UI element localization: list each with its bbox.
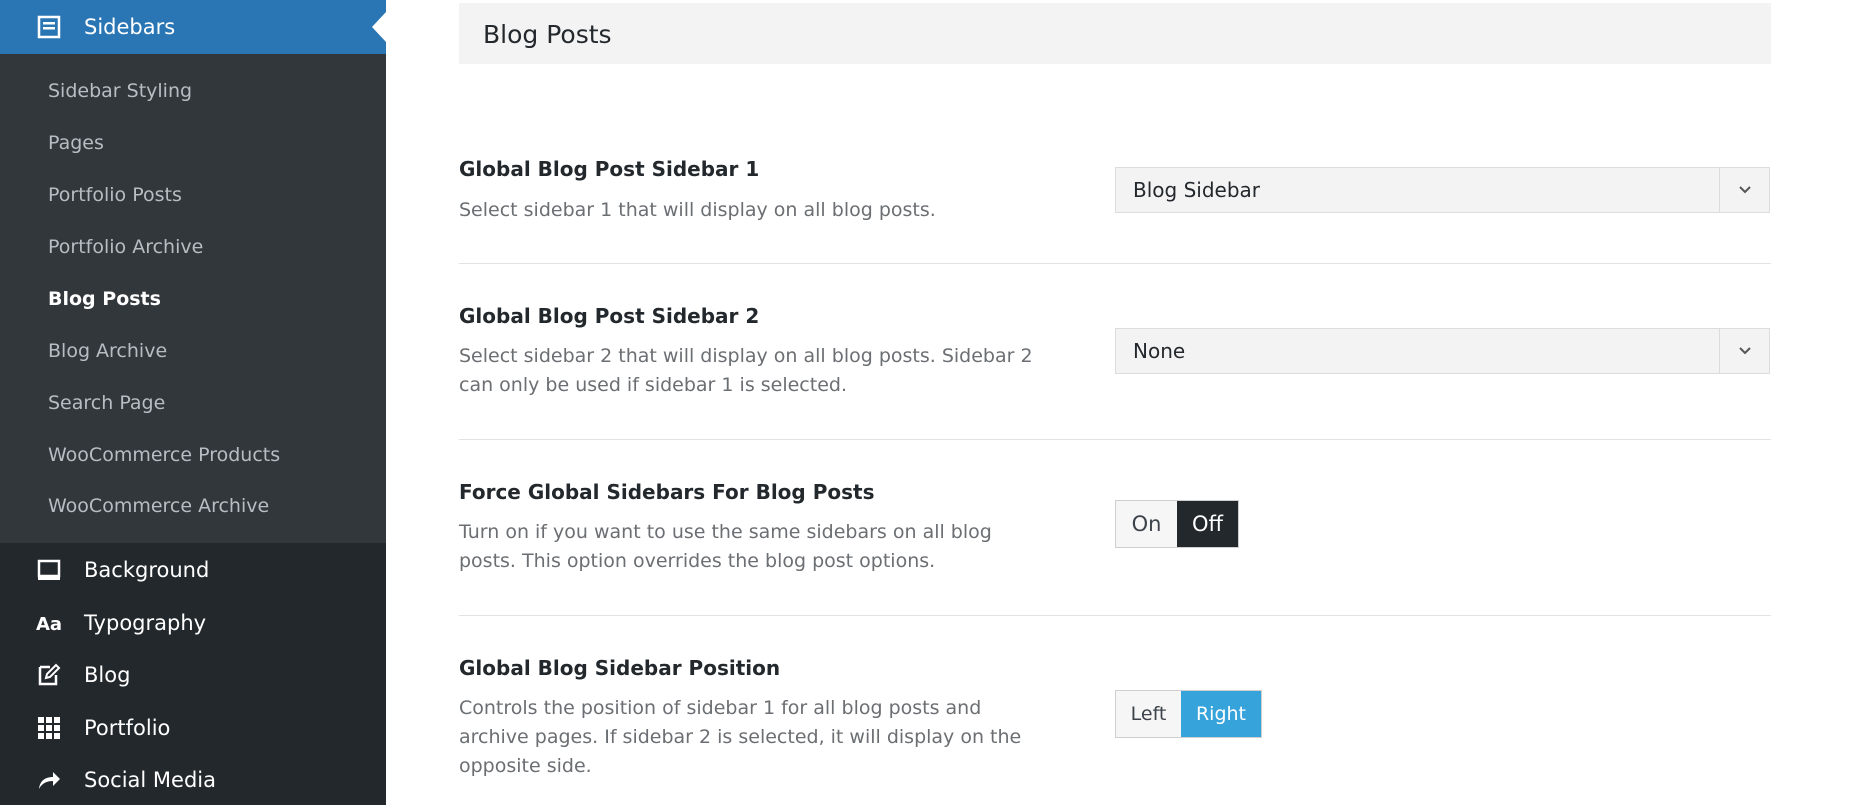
section-header: Blog Posts xyxy=(459,3,1771,64)
position-left-button[interactable]: Left xyxy=(1116,691,1181,737)
submenu-item-woocommerce-archive[interactable]: WooCommerce Archive xyxy=(48,494,269,518)
chevron-down-icon xyxy=(1739,186,1751,194)
admin-sidebar: Sidebars Sidebar Styling Pages Portfolio… xyxy=(0,0,386,805)
option-desc-sidebar-position: Controls the position of sidebar 1 for a… xyxy=(459,697,1022,777)
sidebar-item-label: Blog xyxy=(84,663,131,687)
option-divider xyxy=(459,439,1771,440)
sidebar-item-portfolio[interactable]: Portfolio xyxy=(0,702,386,754)
select-separator xyxy=(1719,168,1720,212)
sidebar-item-label: Typography xyxy=(84,611,207,635)
sidebars-submenu: Sidebar Styling Pages Portfolio Posts Po… xyxy=(0,54,386,543)
sidebars-icon xyxy=(37,15,61,39)
sidebar-item-background[interactable]: Background xyxy=(0,544,386,596)
toggle-off-button[interactable]: Off xyxy=(1177,501,1238,547)
option-desc-force-global: Turn on if you want to use the same side… xyxy=(459,521,992,572)
option-title-sidebar-1: Global Blog Post Sidebar 1 xyxy=(459,157,760,181)
sidebar-item-blog[interactable]: Blog xyxy=(0,649,386,701)
option-divider xyxy=(459,263,1771,264)
submenu-item-blog-archive[interactable]: Blog Archive xyxy=(48,339,167,363)
grid-icon xyxy=(38,717,60,739)
submenu-item-portfolio-posts[interactable]: Portfolio Posts xyxy=(48,183,182,207)
sidebar-item-social-media[interactable]: Social Media xyxy=(0,754,386,806)
select-separator xyxy=(1719,329,1720,373)
option-desc-sidebar-2: Select sidebar 2 that will display on al… xyxy=(459,345,1033,396)
option-title-sidebar-position: Global Blog Sidebar Position xyxy=(459,656,781,680)
position-right-button[interactable]: Right xyxy=(1181,691,1261,737)
sidebar-item-label: Background xyxy=(84,558,210,582)
chevron-down-icon xyxy=(1739,347,1751,355)
sidebar-1-select[interactable]: Blog Sidebar xyxy=(1115,167,1770,213)
option-title-sidebar-2: Global Blog Post Sidebar 2 xyxy=(459,304,760,328)
sidebar-item-typography[interactable]: Aa Typography xyxy=(0,597,386,649)
edit-icon xyxy=(38,663,61,686)
active-pointer xyxy=(372,12,386,42)
sidebar-2-select[interactable]: None xyxy=(1115,328,1770,374)
select-value: Blog Sidebar xyxy=(1133,178,1260,202)
sidebar-position-toggle: Left Right xyxy=(1115,690,1262,738)
option-divider xyxy=(459,615,1771,616)
svg-text:Aa: Aa xyxy=(36,614,62,635)
section-title: Blog Posts xyxy=(483,20,612,49)
submenu-item-woocommerce-products[interactable]: WooCommerce Products xyxy=(48,443,280,467)
share-arrow-icon xyxy=(39,772,60,789)
submenu-item-search-page[interactable]: Search Page xyxy=(48,391,165,415)
sidebar-item-label: Portfolio xyxy=(84,716,171,740)
submenu-item-pages[interactable]: Pages xyxy=(48,131,104,155)
monitor-icon xyxy=(37,559,61,580)
typography-icon: Aa xyxy=(36,614,62,635)
submenu-item-portfolio-archive[interactable]: Portfolio Archive xyxy=(48,235,203,259)
option-title-force-global: Force Global Sidebars For Blog Posts xyxy=(459,480,875,504)
option-desc-sidebar-1: Select sidebar 1 that will display on al… xyxy=(459,199,936,221)
sidebar-item-label: Sidebars xyxy=(84,15,176,39)
sidebar-item-label: Social Media xyxy=(84,768,217,792)
toggle-on-button[interactable]: On xyxy=(1116,501,1177,547)
sidebar-item-sidebars[interactable]: Sidebars xyxy=(0,0,386,54)
submenu-item-sidebar-styling[interactable]: Sidebar Styling xyxy=(48,79,192,103)
force-global-toggle: On Off xyxy=(1115,500,1239,548)
submenu-item-blog-posts[interactable]: Blog Posts xyxy=(48,287,161,311)
select-value: None xyxy=(1133,339,1186,363)
